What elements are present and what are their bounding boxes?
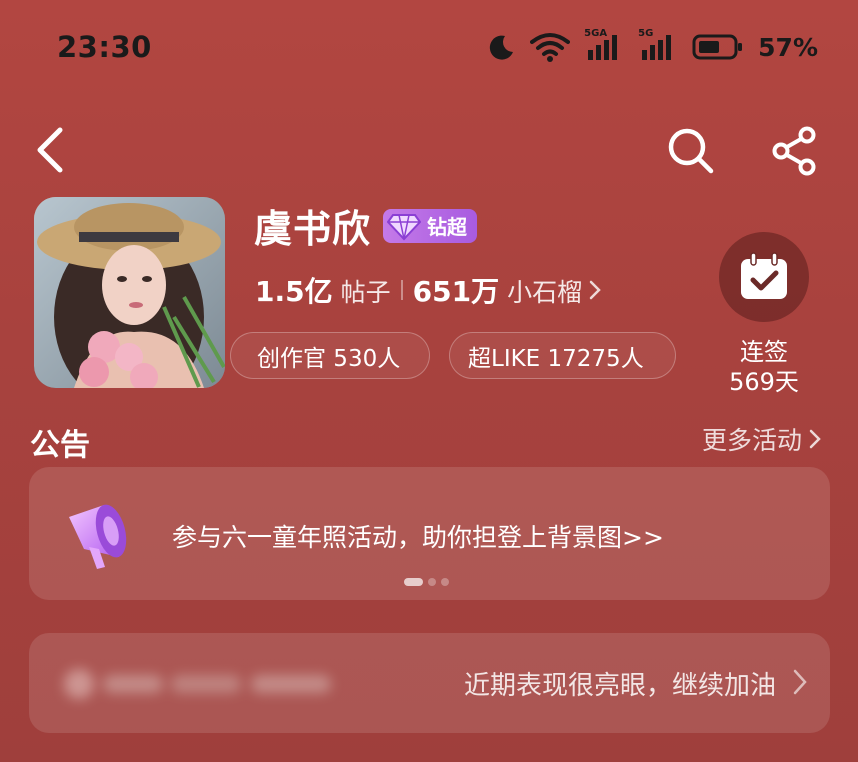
badge-label: 钻超 [427,215,468,239]
posts-unit: 帖子 [340,278,391,307]
posts-count: 1.5亿 [255,275,333,308]
avatar[interactable] [34,197,225,388]
carousel-dot [441,578,449,586]
performance-card[interactable]: 近期表现很亮眼，继续加油 [29,633,830,733]
performance-text: 近期表现很亮眼，继续加油 [463,671,776,701]
carousel-dots [404,578,449,586]
status-icons: 5GA 5G 57% [486,28,818,62]
chevron-right-icon [793,669,807,695]
chevron-right-icon [809,429,821,449]
status-time: 23:30 [57,30,152,64]
profile-name: 虞书欣 [254,207,372,251]
chevron-right-icon [589,280,601,300]
announcement-text: 参与六一童年照活动，助你担登上背景图>> [172,523,664,552]
followers-link[interactable]: 小石榴 [507,273,582,309]
status-bar: 23:30 5GA 5G 57% [0,0,858,100]
megaphone-icon [69,504,127,569]
wifi-icon [530,33,571,62]
checkin-button[interactable] [719,232,809,322]
creator-pill[interactable]: 创作官 530人 [230,332,430,379]
battery-icon [692,34,743,60]
stats-divider [400,280,403,300]
superlike-pill[interactable]: 超LIKE 17275人 [449,332,676,379]
carousel-dot [428,578,436,586]
announcement-card[interactable]: 参与六一童年照活动，助你担登上背景图>> [29,467,830,600]
signal-5g-icon: 5G [638,28,678,62]
search-icon[interactable] [666,126,716,176]
share-icon[interactable] [770,126,820,176]
super-badge[interactable]: 钻超 [383,208,478,243]
battery-percent: 57% [758,32,818,62]
announcement-title: 公告 [30,428,90,463]
blurred-avatars [61,667,341,701]
moon-icon [490,35,514,60]
profile-name-row: 虞书欣 钻超 [254,198,478,253]
calendar-check-icon [741,252,787,299]
more-activities-label: 更多活动 [701,426,802,455]
carousel-dot [404,578,423,586]
followers-count: 651万 [412,275,500,308]
diamond-icon [387,213,422,240]
checkin-days: 569天 [729,368,799,396]
back-icon[interactable] [30,124,70,176]
stats-row: 1.5亿 帖子 651万 小石榴 [255,270,602,310]
signal-5ga-icon: 5GA [584,28,624,62]
more-activities-link[interactable]: 更多活动 [702,421,822,457]
